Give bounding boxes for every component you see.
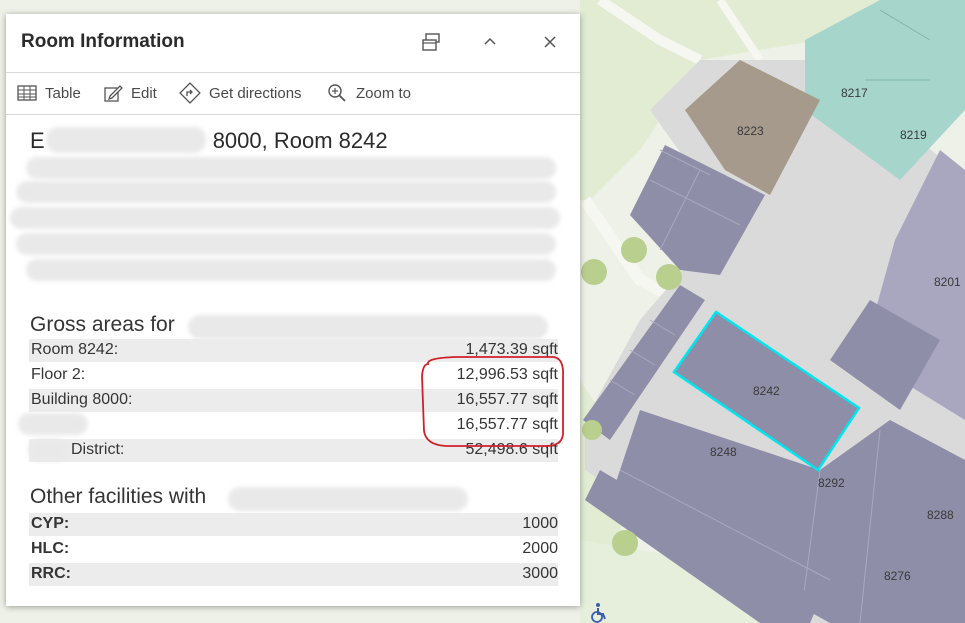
facility-row-value: 1000 — [522, 515, 558, 532]
table-icon — [17, 85, 37, 101]
room-label: 8288 — [927, 508, 954, 522]
facility-row: RRC: 3000 — [29, 563, 558, 586]
close-button[interactable] — [536, 28, 564, 56]
gross-row-label: Floor 2: — [31, 366, 86, 383]
gross-row-label: District: — [71, 441, 125, 458]
other-facilities-title: Other facilities with — [30, 485, 207, 508]
room-label: 8223 — [737, 124, 764, 138]
tree-icon — [582, 420, 602, 440]
room-heading-suffix: 8000, Room 8242 — [212, 128, 388, 153]
redacted-block — [26, 259, 556, 281]
redacted-block — [228, 487, 468, 511]
dock-button[interactable] — [417, 28, 445, 56]
get-directions-label: Get directions — [209, 84, 302, 102]
redacted-block — [188, 315, 548, 339]
chevron-up-icon — [484, 37, 496, 45]
get-directions-button[interactable]: Get directions — [179, 82, 302, 104]
room-label: 8242 — [753, 384, 780, 398]
facility-row: CYP: 1000 — [29, 513, 558, 536]
popup-toolbar: Table Edit Get directions Zoom to — [6, 73, 580, 115]
facility-row-label: CYP: — [31, 515, 70, 532]
edit-button[interactable]: Edit — [103, 82, 157, 104]
facility-row-label: RRC: — [31, 565, 71, 582]
tree-icon — [656, 264, 682, 290]
zoom-to-button[interactable]: Zoom to — [326, 82, 411, 104]
directions-icon — [179, 82, 201, 104]
facility-row: HLC: 2000 — [29, 538, 558, 561]
room-label: 8292 — [818, 476, 845, 490]
popup-header: Room Information — [6, 14, 580, 73]
facility-row-label: HLC: — [31, 540, 70, 557]
redacted-block — [26, 157, 556, 179]
annotation-circle — [421, 356, 564, 447]
gross-row-label: Building 8000: — [31, 391, 133, 408]
zoom-to-icon — [328, 84, 346, 102]
redacted-block — [16, 233, 556, 255]
table-label: Table — [45, 84, 81, 102]
tree-icon — [581, 259, 607, 285]
tree-icon — [621, 237, 647, 263]
facility-row-value: 2000 — [522, 540, 558, 557]
popup-title: Room Information — [21, 31, 185, 52]
redacted-block — [18, 413, 88, 435]
redacted-block — [16, 181, 556, 203]
close-icon — [544, 36, 556, 48]
tree-icon — [612, 530, 638, 556]
room-heading-prefix: E — [30, 128, 45, 153]
room-label: 8217 — [841, 86, 868, 100]
gross-row-label: Room 8242: — [31, 341, 119, 358]
edit-icon — [104, 85, 123, 102]
collapse-button[interactable] — [476, 28, 504, 56]
edit-label: Edit — [131, 84, 157, 102]
room-label: 8201 — [934, 275, 961, 289]
dock-icon — [422, 33, 440, 51]
room-label: 8219 — [900, 128, 927, 142]
redacted-block — [28, 439, 68, 461]
room-label: 8276 — [884, 569, 911, 583]
table-button[interactable]: Table — [17, 82, 81, 104]
room-label: 8248 — [710, 445, 737, 459]
gross-areas-title: Gross areas for — [30, 313, 175, 336]
zoom-to-label: Zoom to — [356, 84, 412, 102]
facility-row-value: 3000 — [522, 565, 558, 582]
redacted-block — [10, 207, 560, 229]
room-information-popup: Room Information Table Edit Get directio… — [6, 14, 580, 606]
redacted-block — [46, 127, 206, 153]
